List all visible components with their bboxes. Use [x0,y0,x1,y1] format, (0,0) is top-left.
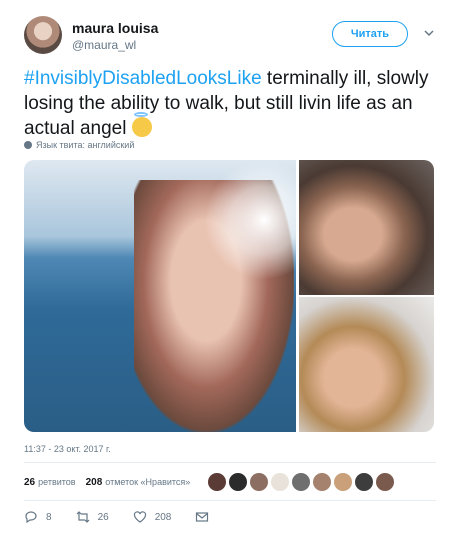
tweet-timestamp[interactable]: 11:37 - 23 окт. 2017 г. [24,444,111,454]
follow-button[interactable]: Читать [332,21,408,47]
reply-count: 8 [46,511,52,523]
retweet-icon [76,511,89,523]
retweet-button[interactable]: 26 [76,510,109,524]
like-button[interactable]: 208 [133,510,172,524]
liker-avatar[interactable] [250,473,269,491]
avatar[interactable] [24,16,62,54]
language-note[interactable]: Язык твита: английский [24,140,134,150]
likes-stat[interactable]: 208 отметок «Нравится» [86,477,191,488]
likers-avatars [208,473,395,491]
chevron-down-icon[interactable] [422,26,436,40]
reply-icon [25,511,37,524]
angel-emoji-icon [131,112,152,137]
tweet-stats: 26 ретвитов 208 отметок «Нравится» [24,470,395,494]
liker-avatar[interactable] [208,473,227,491]
liker-avatar[interactable] [376,473,395,491]
media-grid [24,160,434,432]
tweet-header: maura louisa @maura_wl Читать [24,16,436,56]
hashtag-link[interactable]: #InvisiblyDisabledLooksLike [24,68,262,89]
liker-avatar[interactable] [313,473,332,491]
retweets-count: 26 [24,476,36,488]
divider [24,500,436,501]
retweets-stat[interactable]: 26 ретвитов [24,477,76,488]
message-button[interactable] [195,510,209,524]
liker-avatar[interactable] [355,473,374,491]
author-name[interactable]: maura louisa [72,20,158,36]
likes-label: отметок «Нравится» [105,476,191,487]
photo-bottom-right[interactable] [299,297,434,432]
author-handle[interactable]: @maura_wl [72,38,136,52]
divider [24,462,436,463]
retweets-label: ретвитов [38,476,76,487]
tweet-text: #InvisiblyDisabledLooksLike terminally i… [24,66,434,141]
reply-button[interactable]: 8 [24,510,52,524]
language-note-text: Язык твита: английский [36,140,135,150]
photo-top-right[interactable] [299,160,434,295]
liker-avatar[interactable] [271,473,290,491]
liker-avatar[interactable] [229,473,248,491]
photo-main[interactable] [24,160,324,432]
globe-icon [24,141,32,149]
heart-icon [133,511,146,523]
likes-count: 208 [85,476,103,488]
liker-avatar[interactable] [292,473,311,491]
envelope-icon [196,512,209,522]
tweet-actions: 8 26 208 [24,506,233,528]
like-count: 208 [154,511,172,523]
liker-avatar[interactable] [334,473,353,491]
retweet-count: 26 [97,511,109,523]
